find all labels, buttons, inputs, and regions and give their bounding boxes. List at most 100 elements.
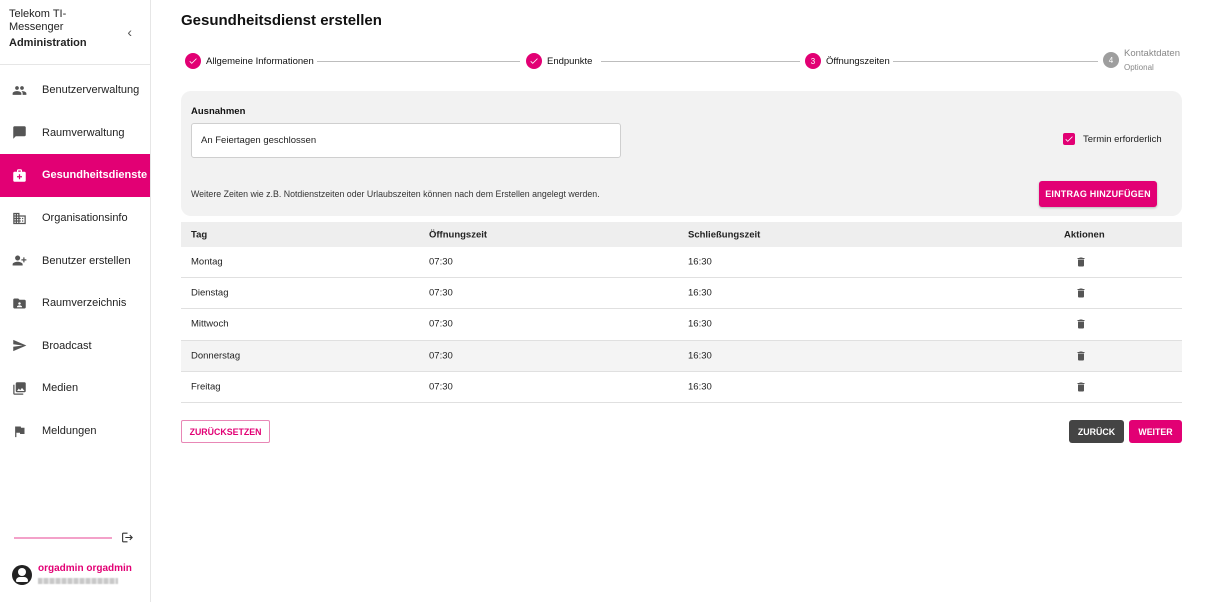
exceptions-input[interactable] — [191, 123, 621, 158]
sidebar-item-label: Broadcast — [42, 339, 92, 352]
medical-bag-icon — [11, 167, 27, 183]
sidebar-item-benutzerverwaltung[interactable]: Benutzerverwaltung — [0, 69, 150, 112]
person-add-icon — [11, 253, 27, 269]
cell-day: Montag — [191, 256, 223, 268]
delete-icon[interactable] — [1075, 318, 1087, 331]
step-label: Allgemeine Informationen — [206, 55, 314, 67]
delete-icon[interactable] — [1075, 256, 1087, 269]
cell-close: 16:30 — [688, 318, 712, 330]
step-connector — [317, 61, 520, 62]
step-allgemeine-informationen[interactable]: Allgemeine Informationen — [185, 53, 314, 69]
cell-open: 07:30 — [429, 287, 453, 299]
cell-close: 16:30 — [688, 350, 712, 362]
people-icon — [11, 82, 27, 98]
cell-open: 07:30 — [429, 350, 453, 362]
step-label: Endpunkte — [547, 55, 593, 67]
appointment-required-checkbox[interactable]: Termin erforderlich — [1063, 133, 1162, 145]
sidebar-item-broadcast[interactable]: Broadcast — [0, 325, 150, 368]
chat-icon — [11, 125, 27, 141]
cell-close: 16:30 — [688, 287, 712, 299]
opening-hours-table: Tag Öffnungszeit Schließungszeit Aktione… — [181, 222, 1182, 403]
table-row: Freitag 07:30 16:30 — [181, 372, 1182, 403]
folder-person-icon — [11, 295, 27, 311]
column-header-tag: Tag — [191, 229, 208, 240]
table-row: Mittwoch 07:30 16:30 — [181, 309, 1182, 341]
table-row: Montag 07:30 16:30 — [181, 247, 1182, 279]
sidebar-item-label: Meldungen — [42, 425, 97, 438]
app-name: Telekom TI-Messenger — [9, 8, 67, 33]
step-connector — [893, 61, 1098, 62]
cell-day: Donnerstag — [191, 350, 241, 362]
delete-icon[interactable] — [1075, 349, 1087, 362]
delete-icon[interactable] — [1075, 380, 1087, 393]
sidebar-item-gesundheitsdienste[interactable]: Gesundheitsdienste — [0, 154, 150, 197]
checkbox-checked-icon[interactable] — [1063, 133, 1075, 145]
step-endpunkte[interactable]: Endpunkte — [526, 53, 592, 69]
cell-day: Freitag — [191, 381, 221, 393]
cell-open: 07:30 — [429, 381, 453, 393]
user-name: orgadmin orgadmin — [38, 563, 132, 574]
avatar-icon — [12, 565, 32, 585]
sidebar-progress-bar — [14, 537, 112, 539]
cell-day: Mittwoch — [191, 318, 229, 330]
stepper: Allgemeine Informationen Endpunkte 3 Öff… — [185, 48, 1185, 76]
cell-close: 16:30 — [688, 381, 712, 393]
sidebar-item-label: Organisationsinfo — [42, 212, 128, 225]
step-oeffnungszeiten[interactable]: 3 Öffnungszeiten — [805, 53, 890, 69]
flag-icon — [11, 423, 27, 439]
sidebar: Telekom TI-Messenger Administration ‹ Be… — [0, 0, 151, 602]
sidebar-item-label: Benutzerverwaltung — [42, 84, 140, 97]
back-button[interactable]: ZURÜCK — [1069, 420, 1124, 443]
sidebar-item-label: Raumverwaltung — [42, 126, 125, 139]
app-role: Administration — [9, 37, 87, 49]
sidebar-item-medien[interactable]: Medien — [0, 367, 150, 410]
exceptions-card: Ausnahmen Termin erforderlich Weitere Ze… — [181, 91, 1182, 216]
step-label: Öffnungszeiten — [826, 55, 890, 67]
sidebar-item-benutzer-erstellen[interactable]: Benutzer erstellen — [0, 239, 150, 282]
user-profile[interactable]: orgadmin orgadmin — [12, 563, 132, 585]
sidebar-item-raumverzeichnis[interactable]: Raumverzeichnis — [0, 282, 150, 325]
step-connector — [601, 61, 800, 62]
sidebar-item-label: Raumverzeichnis — [42, 297, 127, 310]
check-icon — [526, 53, 542, 69]
sidebar-item-raumverwaltung[interactable]: Raumverwaltung — [0, 112, 150, 155]
collapse-sidebar-icon[interactable]: ‹ — [127, 24, 132, 40]
cell-open: 07:30 — [429, 318, 453, 330]
logout-icon[interactable] — [121, 531, 135, 545]
sidebar-item-label: Benutzer erstellen — [42, 254, 131, 267]
sidebar-divider — [0, 64, 150, 65]
page-title: Gesundheitsdienst erstellen — [181, 12, 382, 29]
cell-day: Dienstag — [191, 287, 229, 299]
exceptions-hint: Weitere Zeiten wie z.B. Notdienstzeiten … — [191, 189, 600, 199]
column-header-oeffnungszeit: Öffnungszeit — [429, 229, 488, 240]
step-label: Kontaktdaten — [1124, 48, 1180, 59]
column-header-aktionen: Aktionen — [1064, 229, 1105, 240]
sidebar-item-label: Medien — [42, 382, 79, 395]
sidebar-item-organisationsinfo[interactable]: Organisationsinfo — [0, 197, 150, 240]
cell-open: 07:30 — [429, 256, 453, 268]
table-row: Dienstag 07:30 16:30 — [181, 278, 1182, 310]
exceptions-label: Ausnahmen — [191, 106, 246, 117]
building-icon — [11, 210, 27, 226]
sidebar-item-meldungen[interactable]: Meldungen — [0, 410, 150, 453]
cell-close: 16:30 — [688, 256, 712, 268]
check-icon — [185, 53, 201, 69]
column-header-schliessungszeit: Schließungszeit — [688, 229, 761, 240]
next-button[interactable]: WEITER — [1129, 420, 1182, 443]
images-icon — [11, 380, 27, 396]
app-header: Telekom TI-Messenger Administration — [9, 8, 144, 50]
step-number: 4 — [1103, 52, 1119, 68]
table-row: Donnerstag 07:30 16:30 — [181, 340, 1182, 372]
add-entry-button[interactable]: EINTRAG HINZUFÜGEN — [1039, 181, 1157, 207]
table-header-row: Tag Öffnungszeit Schließungszeit Aktione… — [181, 222, 1182, 247]
sidebar-item-label: Gesundheitsdienste — [42, 169, 148, 182]
step-number: 3 — [805, 53, 821, 69]
step-kontaktdaten[interactable]: 4 Kontaktdaten Optional — [1103, 48, 1180, 72]
delete-icon[interactable] — [1075, 287, 1087, 300]
send-icon — [11, 338, 27, 354]
sidebar-nav: Benutzerverwaltung Raumverwaltung Gesund… — [0, 69, 150, 452]
user-email-blurred — [38, 578, 118, 584]
reset-button[interactable]: ZURÜCKSETZEN — [181, 420, 270, 443]
step-sublabel: Optional — [1124, 63, 1154, 72]
main-content: Gesundheitsdienst erstellen Allgemeine I… — [151, 0, 1211, 602]
